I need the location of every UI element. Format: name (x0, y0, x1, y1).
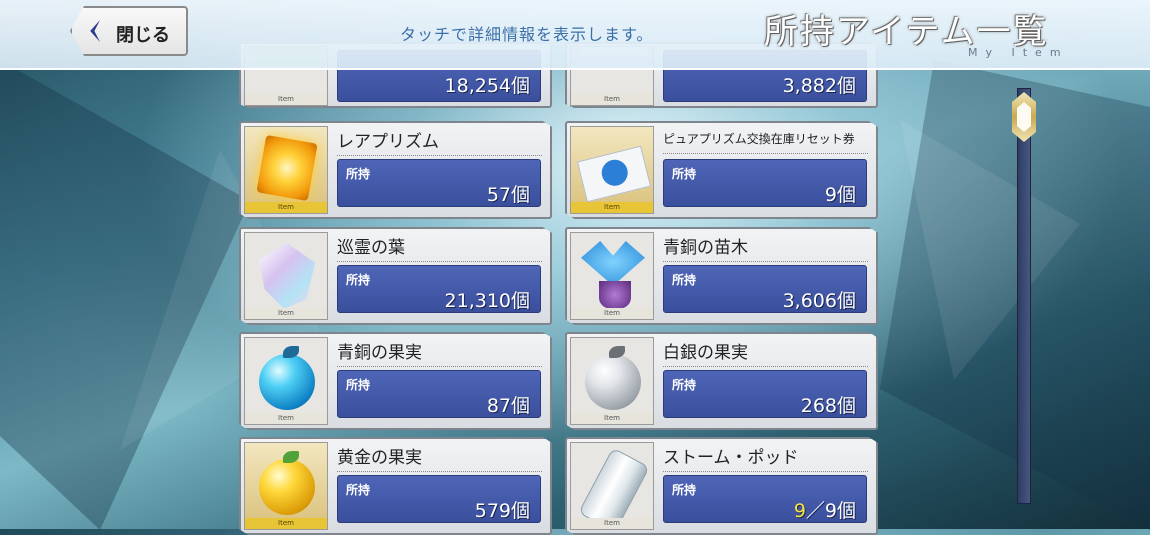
item-count: 3,882個 (782, 75, 856, 97)
item-name: 白銀の果実 (663, 338, 868, 367)
count-box: 所持 9／9個 (663, 475, 867, 523)
hint-text: タッチで詳細情報を表示します。 (400, 25, 654, 44)
item-count: 579個 (474, 500, 530, 522)
scrollbar-track[interactable] (1017, 88, 1031, 504)
item-count: 9／9個 (794, 496, 856, 523)
item-tag: Item (571, 518, 653, 529)
item-card[interactable]: Item 黄金の果実 所持 579個 (239, 437, 552, 535)
leaf-icon (259, 243, 315, 309)
item-count-max: ／9個 (805, 500, 856, 522)
item-card[interactable]: Item 巡霊の葉 所持 21,310個 (239, 227, 552, 325)
item-count: 21,310個 (444, 290, 530, 312)
sapling-pot-icon (599, 281, 631, 309)
item-tag: Item (571, 94, 653, 105)
item-tag: Item (571, 202, 653, 213)
item-tag: Item (245, 518, 327, 529)
count-box: 所持 87個 (337, 370, 541, 418)
prism-icon (256, 134, 318, 202)
item-name: ストーム・ポッド (663, 443, 868, 472)
count-box: 所持 57個 (337, 159, 541, 207)
silver-apple-icon (585, 354, 641, 410)
owned-label: 所持 (346, 378, 371, 392)
item-tag: Item (245, 94, 327, 105)
owned-label: 所持 (672, 483, 697, 497)
item-count: 57個 (486, 184, 530, 206)
item-tag: Item (245, 308, 327, 319)
owned-label: 所持 (672, 378, 697, 392)
item-name: 巡霊の葉 (337, 233, 542, 262)
item-count: 87個 (486, 395, 530, 417)
item-tag: Item (571, 413, 653, 424)
owned-label: 所持 (672, 273, 697, 287)
item-count: 268個 (800, 395, 856, 417)
sapling-icon (581, 241, 645, 283)
item-thumbnail: Item (570, 442, 654, 533)
item-name: ピュアプリズム交換在庫リセット券 (663, 130, 868, 154)
item-tag: Item (571, 308, 653, 319)
count-box: 所持 9個 (663, 159, 867, 207)
item-tag: Item (245, 413, 327, 424)
item-count: 3,606個 (782, 290, 856, 312)
close-button[interactable]: 閉じる (70, 6, 188, 56)
item-card[interactable]: Item 青銅の苗木 所持 3,606個 (565, 227, 878, 325)
item-card[interactable]: Item ピュアプリズム交換在庫リセット券 所持 9個 (565, 121, 878, 219)
item-card[interactable]: Item ストーム・ポッド 所持 9／9個 (565, 437, 878, 535)
header-bar: 閉じる タッチで詳細情報を表示します。 所持アイテム一覧 My Item (0, 0, 1150, 70)
item-thumbnail: Item (244, 232, 328, 320)
owned-label: 所持 (346, 167, 371, 181)
item-count: 9個 (824, 184, 856, 206)
item-count: 18,254個 (444, 75, 530, 97)
item-thumbnail: Item (244, 337, 328, 425)
item-thumbnail: Item (570, 126, 654, 214)
item-name: 黄金の果実 (337, 443, 542, 472)
item-name: 青銅の果実 (337, 338, 542, 367)
item-count-current: 9 (793, 500, 806, 522)
item-card[interactable]: Item 白銀の果実 所持 268個 (565, 332, 878, 430)
item-thumbnail: Item (570, 232, 654, 320)
blue-apple-icon (259, 354, 315, 410)
item-thumbnail: Item (244, 126, 328, 214)
owned-label: 所持 (672, 167, 697, 181)
item-card[interactable]: Item レアプリズム 所持 57個 (239, 121, 552, 219)
owned-label: 所持 (346, 483, 371, 497)
item-thumbnail: Item (570, 337, 654, 425)
back-chevron-icon (90, 20, 100, 42)
item-name: レアプリズム (337, 127, 542, 156)
count-box: 所持 268個 (663, 370, 867, 418)
scrollbar-thumb[interactable] (1012, 92, 1036, 142)
owned-label: 所持 (346, 273, 371, 287)
item-name: 青銅の苗木 (663, 233, 868, 262)
count-box: 所持 21,310個 (337, 265, 541, 313)
ticket-icon (576, 145, 652, 203)
count-box: 所持 3,606個 (663, 265, 867, 313)
close-button-label: 閉じる (116, 25, 170, 46)
item-card[interactable]: Item 青銅の果実 所持 87個 (239, 332, 552, 430)
count-box: 所持 579個 (337, 475, 541, 523)
page-subtitle: My Item (968, 46, 1069, 59)
item-tag: Item (245, 202, 327, 213)
gold-apple-icon (259, 459, 315, 515)
item-thumbnail: Item (244, 442, 328, 530)
